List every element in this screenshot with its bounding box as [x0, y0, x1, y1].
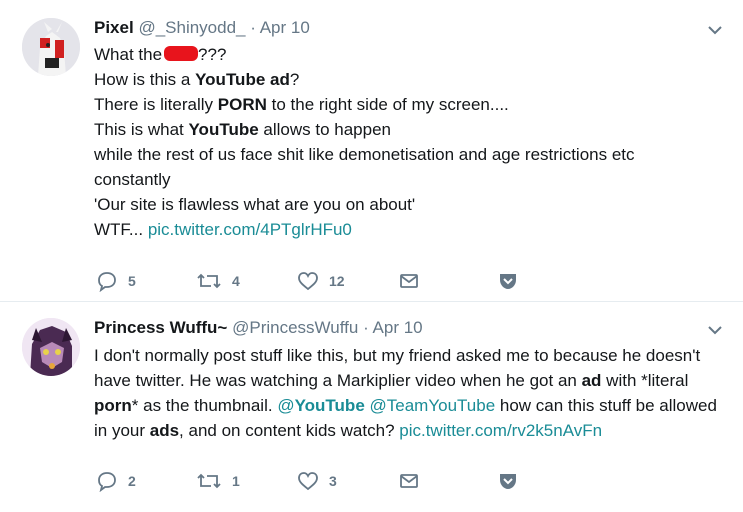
avatar-image — [22, 18, 80, 76]
tweet-text: I don't normally post stuff like this, b… — [94, 343, 734, 443]
pocket-button[interactable] — [497, 470, 519, 492]
mention-name: YouTube — [294, 396, 365, 415]
pocket-button[interactable] — [497, 270, 519, 292]
avatar[interactable] — [22, 318, 80, 376]
text-segment: with *literal — [601, 371, 689, 390]
text-segment: WTF... — [94, 220, 148, 239]
reply-icon — [98, 472, 116, 492]
text-line: constantly — [94, 170, 171, 189]
user-handle[interactable]: @_Shinyodd_ — [138, 18, 245, 37]
mention-youtube[interactable]: @YouTube — [277, 396, 364, 415]
bold-text: porn — [94, 396, 132, 415]
text-segment: * as the thumbnail. — [131, 396, 278, 415]
retweet-button[interactable]: 4 — [196, 270, 240, 292]
heart-icon — [298, 272, 318, 291]
tweet-header: Princess Wuffu~ @PrincessWuffu · Apr 10 — [94, 318, 423, 338]
pocket-icon — [500, 474, 516, 489]
bold-text: YouTube ad — [195, 70, 290, 89]
text-line: while the rest of us face shit like demo… — [94, 145, 635, 164]
reply-count: 2 — [128, 473, 136, 489]
tweet-header: Pixel @_Shinyodd_ · Apr 10 — [94, 18, 310, 38]
retweet-icon — [197, 273, 221, 289]
reply-count: 5 — [128, 273, 136, 289]
mention-teamyoutube[interactable]: @TeamYouTube — [370, 396, 496, 415]
tweet-text: What the??? How is this a YouTube ad? Th… — [94, 42, 714, 242]
tweet-date[interactable]: Apr 10 — [260, 18, 310, 37]
envelope-icon — [400, 274, 418, 288]
tweet[interactable]: Princess Wuffu~ @PrincessWuffu · Apr 10 … — [0, 302, 743, 512]
bold-text: ad — [581, 371, 602, 390]
text-segment: ??? — [198, 45, 227, 64]
user-handle[interactable]: @PrincessWuffu — [232, 318, 358, 337]
separator: · — [363, 318, 369, 337]
reply-icon — [98, 272, 116, 292]
text-segment: to the right side of my screen.... — [266, 95, 509, 114]
retweet-button[interactable]: 1 — [196, 470, 240, 492]
reply-button[interactable]: 2 — [96, 470, 136, 492]
message-button[interactable] — [398, 470, 420, 492]
text-segment: ? — [289, 70, 300, 89]
avatar[interactable] — [22, 18, 80, 76]
display-name[interactable]: Pixel — [94, 18, 134, 37]
message-button[interactable] — [398, 270, 420, 292]
envelope-icon — [400, 474, 418, 488]
bold-text: PORN — [217, 95, 267, 114]
like-count: 12 — [329, 273, 345, 289]
pocket-icon — [500, 274, 516, 289]
text-segment: What the — [94, 45, 163, 64]
chevron-down-icon[interactable] — [707, 322, 723, 338]
mention-at: @ — [277, 396, 295, 415]
text-segment: allows to happen — [258, 120, 392, 139]
reply-button[interactable]: 5 — [96, 270, 136, 292]
media-link[interactable]: pic.twitter.com/4PTglrHFu0 — [148, 220, 352, 239]
tweet-date[interactable]: Apr 10 — [373, 318, 423, 337]
tweet[interactable]: Pixel @_Shinyodd_ · Apr 10 What the??? H… — [0, 0, 743, 302]
heart-icon — [298, 472, 318, 491]
text-segment: , and on content kids watch? — [179, 421, 400, 440]
text-segment: There is literally — [94, 95, 218, 114]
separator: · — [250, 18, 256, 37]
bold-text: YouTube — [188, 120, 259, 139]
like-count: 3 — [329, 473, 337, 489]
media-link[interactable]: pic.twitter.com/rv2k5nAvFn — [399, 421, 602, 440]
like-button[interactable]: 3 — [297, 470, 337, 492]
retweet-icon — [197, 473, 221, 489]
retweet-count: 1 — [232, 473, 240, 489]
chevron-down-icon[interactable] — [707, 22, 723, 38]
censor-mark — [164, 46, 199, 61]
bold-text: ads — [149, 421, 180, 440]
display-name[interactable]: Princess Wuffu~ — [94, 318, 227, 337]
text-segment: This is what — [94, 120, 189, 139]
retweet-count: 4 — [232, 273, 240, 289]
text-segment: How is this a — [94, 70, 196, 89]
text-line: 'Our site is flawless what are you on ab… — [94, 195, 416, 214]
like-button[interactable]: 12 — [297, 270, 345, 292]
avatar-image — [22, 318, 80, 376]
